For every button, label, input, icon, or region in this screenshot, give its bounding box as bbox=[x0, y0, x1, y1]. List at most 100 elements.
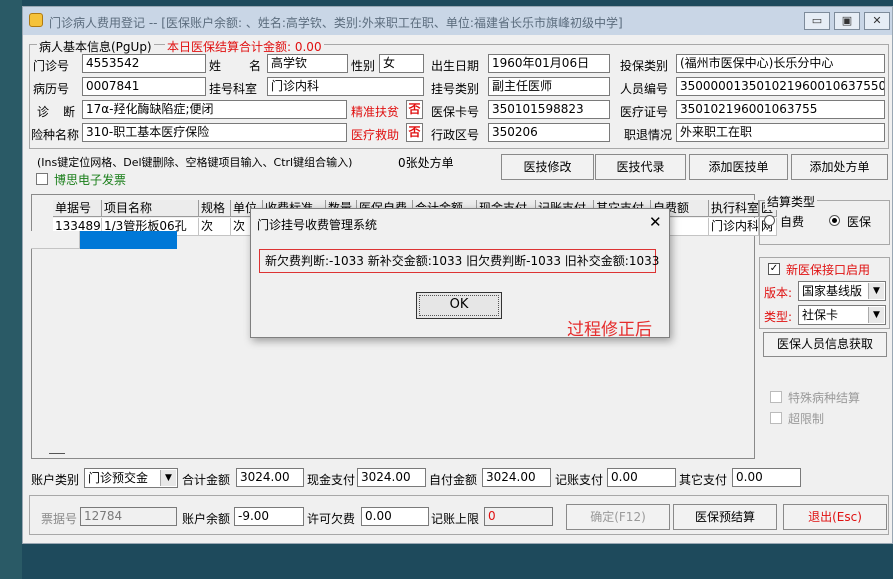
cert-no-field[interactable]: 350102196001063755 bbox=[676, 100, 885, 119]
radio-self-pay[interactable] bbox=[764, 215, 775, 226]
account-type-select[interactable]: 门诊预交金 ▼ bbox=[84, 468, 178, 488]
balance-field[interactable]: -9.00 bbox=[234, 507, 304, 526]
account-type-value: 门诊预交金 bbox=[88, 471, 149, 485]
diag-label-1: 诊 bbox=[37, 105, 50, 119]
insure-name-field[interactable]: 310-职工基本医疗保险 bbox=[82, 123, 347, 142]
name-label-1: 姓 bbox=[209, 59, 222, 73]
maximize-button[interactable]: ▣ bbox=[834, 12, 860, 30]
card-no-field[interactable]: 350101598823 bbox=[488, 100, 610, 119]
overlimit-label: 超限制 bbox=[788, 412, 825, 426]
radio-insurance[interactable] bbox=[829, 215, 840, 226]
title-bar: 门诊病人费用登记 -- [医保账户余额: 、姓名:高学钦、类别:外来职工在职、单… bbox=[23, 7, 892, 35]
exit-button[interactable]: 退出(Esc) bbox=[783, 504, 887, 530]
dept-field[interactable]: 门诊内科 bbox=[267, 77, 424, 96]
grid-cell[interactable]: 门诊内科 bbox=[709, 218, 759, 236]
desktop-background bbox=[0, 0, 22, 579]
close-button[interactable]: ✕ bbox=[864, 12, 890, 30]
card-no-label: 医保卡号 bbox=[431, 105, 480, 119]
settle-total-text: 本日医保结算合计金额: 0.00 bbox=[165, 38, 324, 55]
message-dialog: 门诊挂号收费管理系统 ✕ 新欠费判断:-1033 新补交金额:1033 旧欠费判… bbox=[250, 208, 670, 340]
version-select[interactable]: 国家基线版 ▼ bbox=[798, 281, 886, 301]
grid-scroll-marker bbox=[49, 453, 65, 454]
reg-type-field[interactable]: 副主任医师 bbox=[488, 77, 610, 96]
aid-label: 医疗救助 bbox=[351, 128, 400, 142]
new-row-selector[interactable] bbox=[31, 231, 80, 249]
other-field[interactable]: 0.00 bbox=[732, 468, 801, 487]
grid-header-cell[interactable]: 执行科室 bbox=[709, 200, 759, 217]
chevron-down-icon: ▼ bbox=[868, 307, 884, 323]
balance-label: 账户余额 bbox=[182, 512, 231, 526]
poverty-value[interactable]: 否 bbox=[406, 100, 423, 119]
self-pay-label: 自费 bbox=[780, 215, 805, 229]
record-no-field[interactable]: 0007841 bbox=[82, 77, 206, 96]
other-label: 其它支付 bbox=[679, 473, 728, 487]
region-label: 行政区号 bbox=[431, 128, 480, 142]
aid-value[interactable]: 否 bbox=[406, 123, 423, 142]
overlimit-checkbox[interactable] bbox=[770, 412, 782, 424]
job-label: 职退情况 bbox=[624, 128, 673, 142]
settle-type-title: 结算类型 bbox=[765, 193, 818, 210]
limit-label: 记账上限 bbox=[431, 512, 480, 526]
total-field[interactable]: 3024.00 bbox=[236, 468, 304, 487]
bosi-label: 博思电子发票 bbox=[54, 173, 127, 187]
staff-no-field[interactable]: 350000013501021960010637550​1 bbox=[676, 77, 885, 96]
selected-cell[interactable] bbox=[80, 231, 177, 249]
insure-name-label: 险种名称 bbox=[31, 128, 80, 142]
bill-no-field[interactable]: 12784 bbox=[80, 507, 177, 526]
bosi-checkbox[interactable] bbox=[36, 173, 48, 185]
sex-field[interactable]: 女 bbox=[379, 54, 424, 73]
dialog-ok-button[interactable]: OK bbox=[416, 292, 502, 319]
new-iface-label: 新医保接口启用 bbox=[786, 263, 871, 277]
insure-type-field[interactable]: (福州市医保中心)长乐分中心 bbox=[676, 54, 885, 73]
tech-proxy-button[interactable]: 医技代录 bbox=[595, 154, 686, 180]
name-label-2: 名 bbox=[249, 59, 262, 73]
version-value: 国家基线版 bbox=[802, 284, 863, 298]
new-iface-checkbox[interactable]: ✓ bbox=[768, 263, 780, 275]
job-field[interactable]: 外来职工在职 bbox=[676, 123, 885, 142]
reg-type-label: 挂号类别 bbox=[431, 82, 480, 96]
special-disease-label: 特殊病种结算 bbox=[788, 391, 861, 405]
add-rx-button[interactable]: 添加处方单 bbox=[791, 154, 888, 180]
grid-header-cell[interactable]: 单据号 bbox=[53, 200, 102, 217]
owe-label: 许可欠费 bbox=[307, 512, 356, 526]
cash-field[interactable]: 3024.00 bbox=[357, 468, 426, 487]
person-info-button[interactable]: 医保人员信息获取 bbox=[763, 332, 887, 357]
region-field[interactable]: 350206 bbox=[488, 123, 610, 142]
patient-group-title: 病人基本信息(PgUp) bbox=[37, 38, 154, 55]
limit-field[interactable]: 0 bbox=[484, 507, 553, 526]
shortcut-hint: (Ins键定位网格、Del键删除、空格键项目输入、Ctrl键组合输入) bbox=[37, 156, 353, 169]
dialog-message: 新欠费判断:-1033 新补交金额:1033 旧欠费判断-1033 旧补交金额:… bbox=[259, 249, 659, 273]
charge-field[interactable]: 0.00 bbox=[607, 468, 676, 487]
record-no-label: 病历号 bbox=[33, 82, 70, 96]
owe-field[interactable]: 0.00 bbox=[361, 507, 429, 526]
insure-type-label: 投保类别 bbox=[620, 59, 669, 73]
app-icon bbox=[29, 13, 43, 27]
self-pay-total-label: 自付金额 bbox=[429, 473, 478, 487]
bill-no-label: 票据号 bbox=[41, 512, 78, 526]
type-label: 类型: bbox=[764, 310, 793, 324]
dept-label: 挂号科室 bbox=[209, 82, 258, 96]
birth-label: 出生日期 bbox=[431, 59, 480, 73]
diagnosis-field[interactable]: 17α-羟化酶缺陷症;便闭 bbox=[82, 100, 347, 119]
type-value: 社保卡 bbox=[802, 308, 839, 322]
self-pay-total-field[interactable]: 3024.00 bbox=[482, 468, 551, 487]
special-disease-checkbox[interactable] bbox=[770, 391, 782, 403]
poverty-label: 精准扶贫 bbox=[351, 105, 400, 119]
chevron-down-icon: ▼ bbox=[160, 470, 176, 486]
clinic-no-field[interactable]: 4553542 bbox=[82, 54, 206, 73]
type-select[interactable]: 社保卡 ▼ bbox=[798, 305, 886, 325]
confirm-button[interactable]: 确定(F12) bbox=[566, 504, 670, 530]
name-field[interactable]: 高学钦 bbox=[267, 54, 348, 73]
birth-field[interactable]: 1960年01月06日 bbox=[488, 54, 610, 73]
tech-modify-button[interactable]: 医技修改 bbox=[501, 154, 594, 180]
staff-no-label: 人员编号 bbox=[620, 82, 669, 96]
dialog-close-icon[interactable]: ✕ bbox=[649, 213, 662, 231]
add-tech-button[interactable]: 添加医技单 bbox=[689, 154, 788, 180]
grid-cell[interactable]: 次 bbox=[199, 218, 231, 236]
minimize-button[interactable]: ▭ bbox=[804, 12, 830, 30]
window-title: 门诊病人费用登记 -- [医保账户余额: 、姓名:高学钦、类别:外来职工在职、单… bbox=[49, 16, 623, 30]
grid-header-cell[interactable]: 项目名称 bbox=[102, 200, 199, 217]
account-type-label: 账户类别 bbox=[31, 473, 80, 487]
presettle-button[interactable]: 医保预结算 bbox=[673, 504, 777, 530]
grid-header-cell[interactable]: 规格 bbox=[199, 200, 231, 217]
